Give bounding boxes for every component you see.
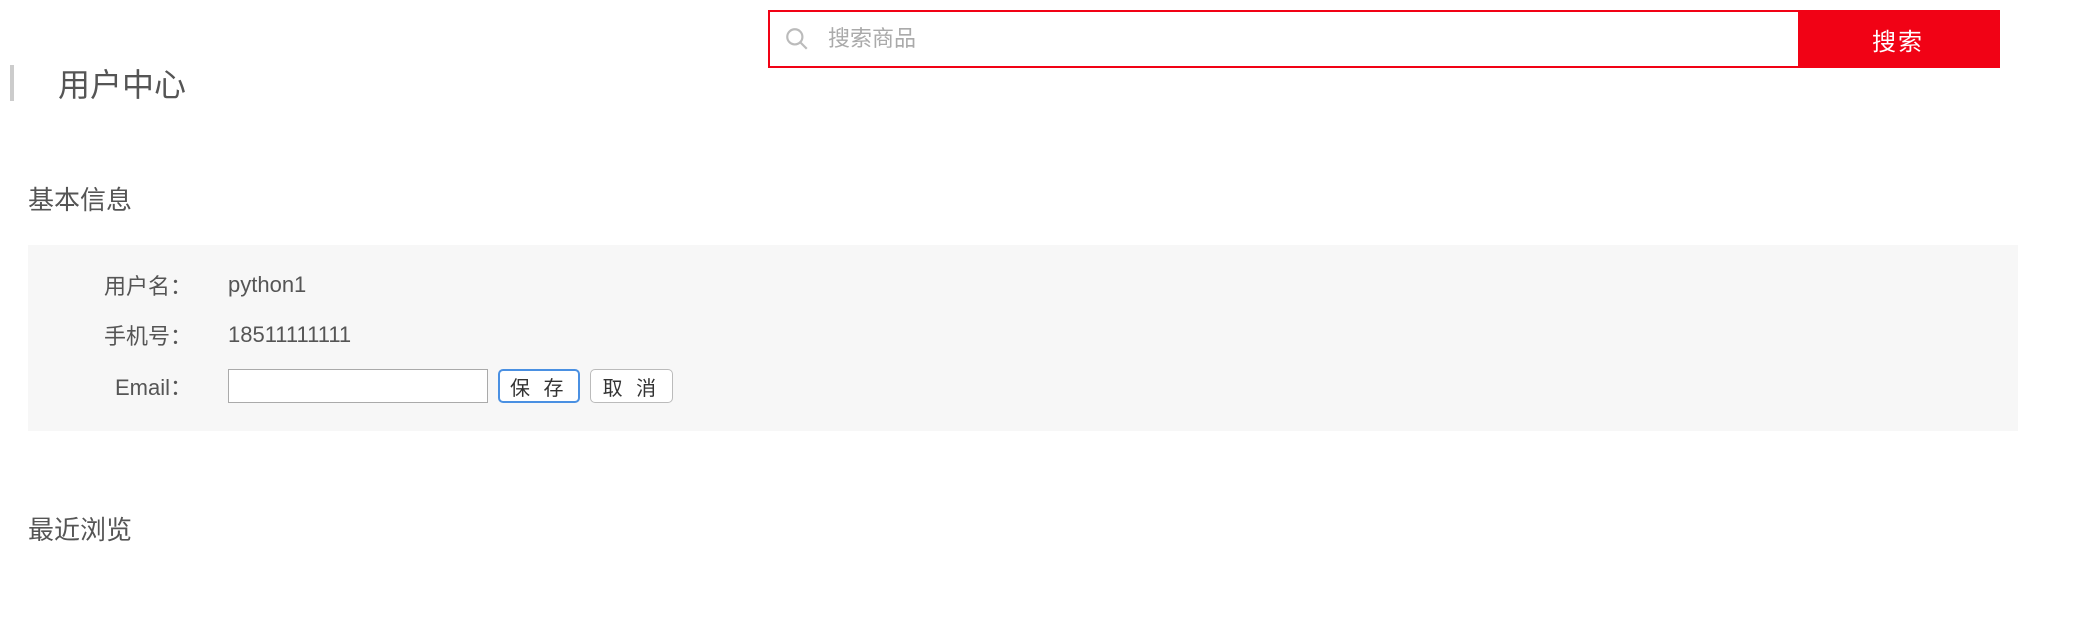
basic-info-panel: 用户名： python1 手机号： 18511111111 Email： 保 存… xyxy=(28,245,2018,431)
username-row: 用户名： python1 xyxy=(58,269,1988,301)
email-row: Email： 保 存 取 消 xyxy=(58,369,1988,403)
basic-info-section: 基本信息 用户名： python1 手机号： 18511111111 Email… xyxy=(28,180,2016,431)
page-title: 用户中心 xyxy=(58,60,186,106)
cancel-button[interactable]: 取 消 xyxy=(590,369,674,403)
phone-label: 手机号： xyxy=(58,319,228,351)
search-icon xyxy=(770,12,820,66)
phone-value: 18511111111 xyxy=(228,322,351,348)
search-button[interactable]: 搜索 xyxy=(1798,12,1998,66)
email-label: Email： xyxy=(58,370,228,402)
page-title-wrap: 用户中心 xyxy=(10,60,186,106)
recent-browse-section: 最近浏览 xyxy=(28,510,2016,575)
username-label: 用户名： xyxy=(58,269,228,301)
phone-row: 手机号： 18511111111 xyxy=(58,319,1988,351)
email-field[interactable] xyxy=(228,369,488,403)
username-value: python1 xyxy=(228,272,306,298)
search-input[interactable] xyxy=(820,12,1798,66)
search-bar: 搜索 xyxy=(768,10,2000,68)
recent-browse-heading: 最近浏览 xyxy=(28,510,2016,547)
title-accent-bar xyxy=(10,65,14,101)
save-button[interactable]: 保 存 xyxy=(498,369,580,403)
basic-info-heading: 基本信息 xyxy=(28,180,2016,217)
